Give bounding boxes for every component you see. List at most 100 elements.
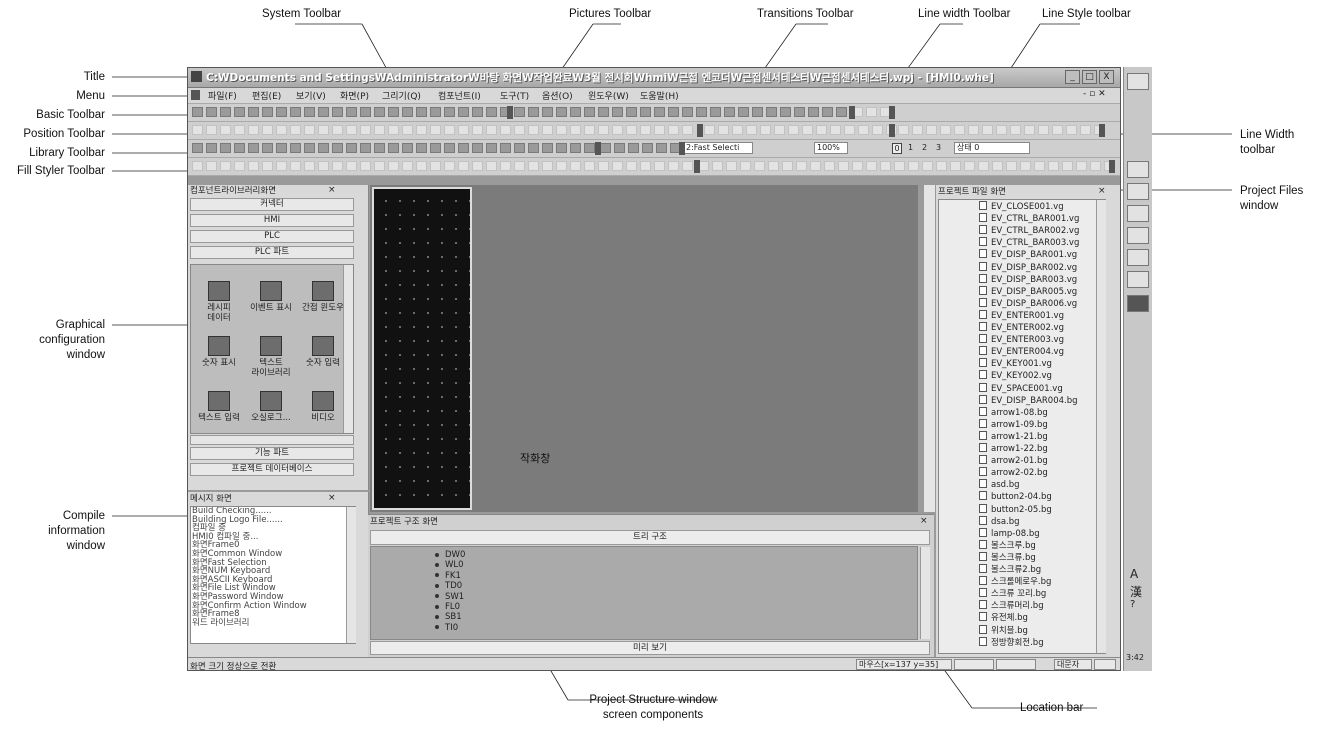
toolbar-button-icon[interactable] bbox=[992, 161, 1003, 171]
toolbar-button-icon[interactable] bbox=[262, 161, 273, 171]
toolbar-button-icon[interactable] bbox=[598, 161, 609, 171]
message-scrollbar[interactable] bbox=[346, 507, 356, 643]
structure-item[interactable]: SB1 bbox=[435, 612, 462, 622]
structure-item[interactable]: DW0 bbox=[435, 550, 465, 560]
toolbar-button-icon[interactable] bbox=[458, 125, 469, 135]
toolbar-button-icon[interactable] bbox=[444, 161, 455, 171]
toolbar-button-icon[interactable] bbox=[206, 125, 217, 135]
toolbar-button-icon[interactable] bbox=[528, 143, 539, 153]
file-item[interactable]: 볼스크류2.bg bbox=[979, 564, 1041, 575]
toolbar-button-icon[interactable] bbox=[318, 107, 329, 117]
file-item[interactable]: EV_DISP_BAR001.vg bbox=[979, 249, 1077, 260]
toolbar-button-icon[interactable] bbox=[808, 107, 819, 117]
files-close-icon[interactable]: × bbox=[1098, 186, 1106, 196]
strip-app-icon[interactable] bbox=[1127, 73, 1149, 90]
toolbar-button-icon[interactable] bbox=[346, 125, 357, 135]
toolbar-button-icon[interactable] bbox=[234, 161, 245, 171]
toolbar-button-icon[interactable] bbox=[318, 125, 329, 135]
toolbar-button-icon[interactable] bbox=[626, 161, 637, 171]
toolbar-button-icon[interactable] bbox=[978, 161, 989, 171]
toolbar-button-icon[interactable] bbox=[262, 143, 273, 153]
toolbar-button-icon[interactable] bbox=[276, 143, 287, 153]
toolbar-button-icon[interactable] bbox=[514, 107, 525, 117]
library-hscrollbar[interactable] bbox=[190, 435, 354, 445]
toolbar-button-icon[interactable] bbox=[584, 143, 595, 153]
toolbar-button-icon[interactable] bbox=[654, 125, 665, 135]
structure-item[interactable]: SW1 bbox=[435, 592, 464, 602]
toolbar-button-icon[interactable] bbox=[458, 107, 469, 117]
library-close-icon[interactable]: × bbox=[328, 185, 336, 195]
file-item[interactable]: button2-04.bg bbox=[979, 491, 1052, 502]
toolbar-button-icon[interactable] bbox=[836, 107, 847, 117]
mdi-restore-icon[interactable]: - ▫ ✕ bbox=[1083, 89, 1106, 99]
toolbar-button-icon[interactable] bbox=[486, 125, 497, 135]
toolbar-button-icon[interactable] bbox=[600, 143, 611, 153]
file-item[interactable]: arrow1-09.bg bbox=[979, 419, 1048, 430]
toolbar-button-icon[interactable] bbox=[360, 107, 371, 117]
library-tab-hmi[interactable]: HMI bbox=[190, 214, 354, 227]
strip-doc2-icon[interactable] bbox=[1127, 183, 1149, 200]
file-item[interactable]: 스크롤메로우.bg bbox=[979, 576, 1051, 587]
toolbar-button-icon[interactable] bbox=[1006, 161, 1017, 171]
toolbar-gripper[interactable] bbox=[694, 160, 700, 173]
toolbar-button-icon[interactable] bbox=[1076, 161, 1087, 171]
toolbar-button-icon[interactable] bbox=[746, 125, 757, 135]
close-button[interactable]: X bbox=[1099, 70, 1114, 84]
structure-item[interactable]: FK1 bbox=[435, 571, 461, 581]
toolbar-button-icon[interactable] bbox=[710, 107, 721, 117]
menu-screen[interactable]: 화면(P) bbox=[340, 89, 369, 102]
toolbar-button-icon[interactable] bbox=[192, 107, 203, 117]
toolbar-button-icon[interactable] bbox=[1090, 161, 1101, 171]
toolbar-button-icon[interactable] bbox=[304, 125, 315, 135]
strip-doc-icon[interactable] bbox=[1127, 161, 1149, 178]
file-item[interactable]: arrow2-02.bg bbox=[979, 467, 1048, 478]
file-item[interactable]: 스크류머리.bg bbox=[979, 600, 1044, 611]
toolbar-button-icon[interactable] bbox=[626, 107, 637, 117]
message-close-icon[interactable]: × bbox=[328, 493, 336, 503]
toolbar-button-icon[interactable] bbox=[416, 143, 427, 153]
toolbar-button-icon[interactable] bbox=[1020, 161, 1031, 171]
toolbar-button-icon[interactable] bbox=[704, 125, 715, 135]
toolbar-button-icon[interactable] bbox=[642, 143, 653, 153]
toolbar-button-icon[interactable] bbox=[732, 125, 743, 135]
toolbar-button-icon[interactable] bbox=[880, 161, 891, 171]
toolbar-button-icon[interactable] bbox=[1062, 161, 1073, 171]
file-item[interactable]: EV_DISP_BAR006.vg bbox=[979, 298, 1077, 309]
toolbar-button-icon[interactable] bbox=[922, 161, 933, 171]
toolbar-button-icon[interactable] bbox=[444, 107, 455, 117]
library-item-numeric-input[interactable]: 숫자 입력 bbox=[297, 336, 349, 368]
toolbar-button-icon[interactable] bbox=[472, 125, 483, 135]
library-item-numeric-display[interactable]: 숫자 표시 bbox=[193, 336, 245, 368]
strip-page2-icon[interactable] bbox=[1127, 271, 1149, 288]
toolbar-gripper[interactable] bbox=[1099, 124, 1105, 137]
toolbar-button-icon[interactable] bbox=[626, 125, 637, 135]
file-item[interactable]: asd.bg bbox=[979, 479, 1020, 490]
toolbar-button-icon[interactable] bbox=[830, 125, 841, 135]
toolbar-button-icon[interactable] bbox=[416, 107, 427, 117]
toolbar-button-icon[interactable] bbox=[500, 125, 511, 135]
toolbar-button-icon[interactable] bbox=[628, 143, 639, 153]
toolbar-button-icon[interactable] bbox=[374, 143, 385, 153]
library-tab-project-database[interactable]: 프로젝트 데이터베이스 bbox=[190, 463, 354, 476]
toolbar-button-icon[interactable] bbox=[486, 161, 497, 171]
menu-file[interactable]: 파일(F) bbox=[208, 89, 237, 102]
toolbar-button-icon[interactable] bbox=[556, 125, 567, 135]
toolbar-button-icon[interactable] bbox=[402, 143, 413, 153]
menu-options[interactable]: 옵션(O) bbox=[542, 89, 573, 102]
library-item-video[interactable]: 비디오 bbox=[297, 391, 349, 423]
toolbar-button-icon[interactable] bbox=[612, 107, 623, 117]
file-item[interactable]: EV_DISP_BAR003.vg bbox=[979, 274, 1077, 285]
toolbar-button-icon[interactable] bbox=[712, 161, 723, 171]
toolbar-button-icon[interactable] bbox=[528, 125, 539, 135]
toolbar-button-icon[interactable] bbox=[954, 125, 965, 135]
hmi-screen-page[interactable] bbox=[372, 187, 472, 510]
file-item[interactable]: button2-05.bg bbox=[979, 504, 1052, 515]
tree-structure-tab[interactable]: 트리 구조 bbox=[370, 530, 930, 545]
file-item[interactable]: EV_DISP_BAR005.vg bbox=[979, 286, 1077, 297]
ime-hanja-label[interactable]: 漢 bbox=[1130, 583, 1142, 600]
drawing-canvas[interactable] bbox=[370, 185, 918, 512]
toolbar-button-icon[interactable] bbox=[262, 107, 273, 117]
toolbar-button-icon[interactable] bbox=[276, 161, 287, 171]
title-bar[interactable]: C:WDocuments and SettingsWAdministratorW… bbox=[188, 68, 1120, 88]
toolbar-button-icon[interactable] bbox=[206, 107, 217, 117]
